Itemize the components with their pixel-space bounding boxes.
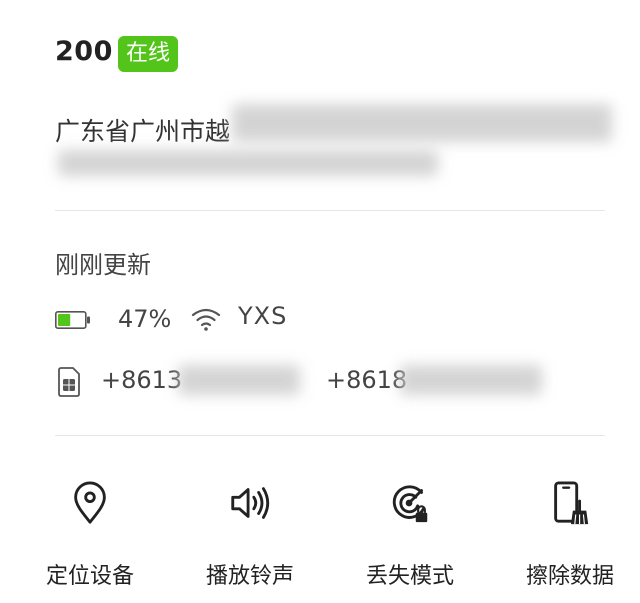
- action-label: 丢失模式: [365, 564, 454, 589]
- update-time: 刚刚更新: [55, 251, 151, 279]
- wifi-name: YXS: [238, 302, 288, 330]
- lost-mode-button[interactable]: 丢失模式: [340, 480, 480, 590]
- address-text: 广东省广州市越: [55, 117, 231, 146]
- divider: [55, 210, 605, 211]
- locate-device-button[interactable]: 定位设备: [20, 480, 160, 590]
- phone-broom-icon: [554, 481, 589, 525]
- sim-card-icon: [58, 367, 80, 397]
- status-badge: 在线: [118, 36, 179, 72]
- battery-percent: 47%: [118, 305, 172, 333]
- action-label: 定位设备: [45, 564, 134, 589]
- divider: [55, 435, 605, 436]
- location-pin-icon: [74, 481, 106, 524]
- wifi-icon: [191, 308, 221, 331]
- battery-fill: [58, 314, 71, 326]
- erase-data-button[interactable]: 擦除数据: [500, 480, 640, 590]
- speaker-icon: [231, 487, 270, 519]
- battery-icon: [55, 311, 90, 329]
- sim1-redaction: [178, 365, 300, 395]
- address-redaction-line2: [58, 150, 438, 176]
- sim2-number: +8618: [326, 366, 408, 394]
- device-name: 200: [55, 36, 113, 67]
- radar-lock-icon: [392, 485, 428, 523]
- action-label: 播放铃声: [205, 564, 294, 589]
- action-label: 擦除数据: [525, 564, 614, 589]
- sim2-redaction: [400, 365, 542, 395]
- address-redaction: [232, 104, 612, 142]
- sim1-number: +8613: [101, 366, 183, 394]
- play-ringtone-button[interactable]: 播放铃声: [180, 480, 320, 590]
